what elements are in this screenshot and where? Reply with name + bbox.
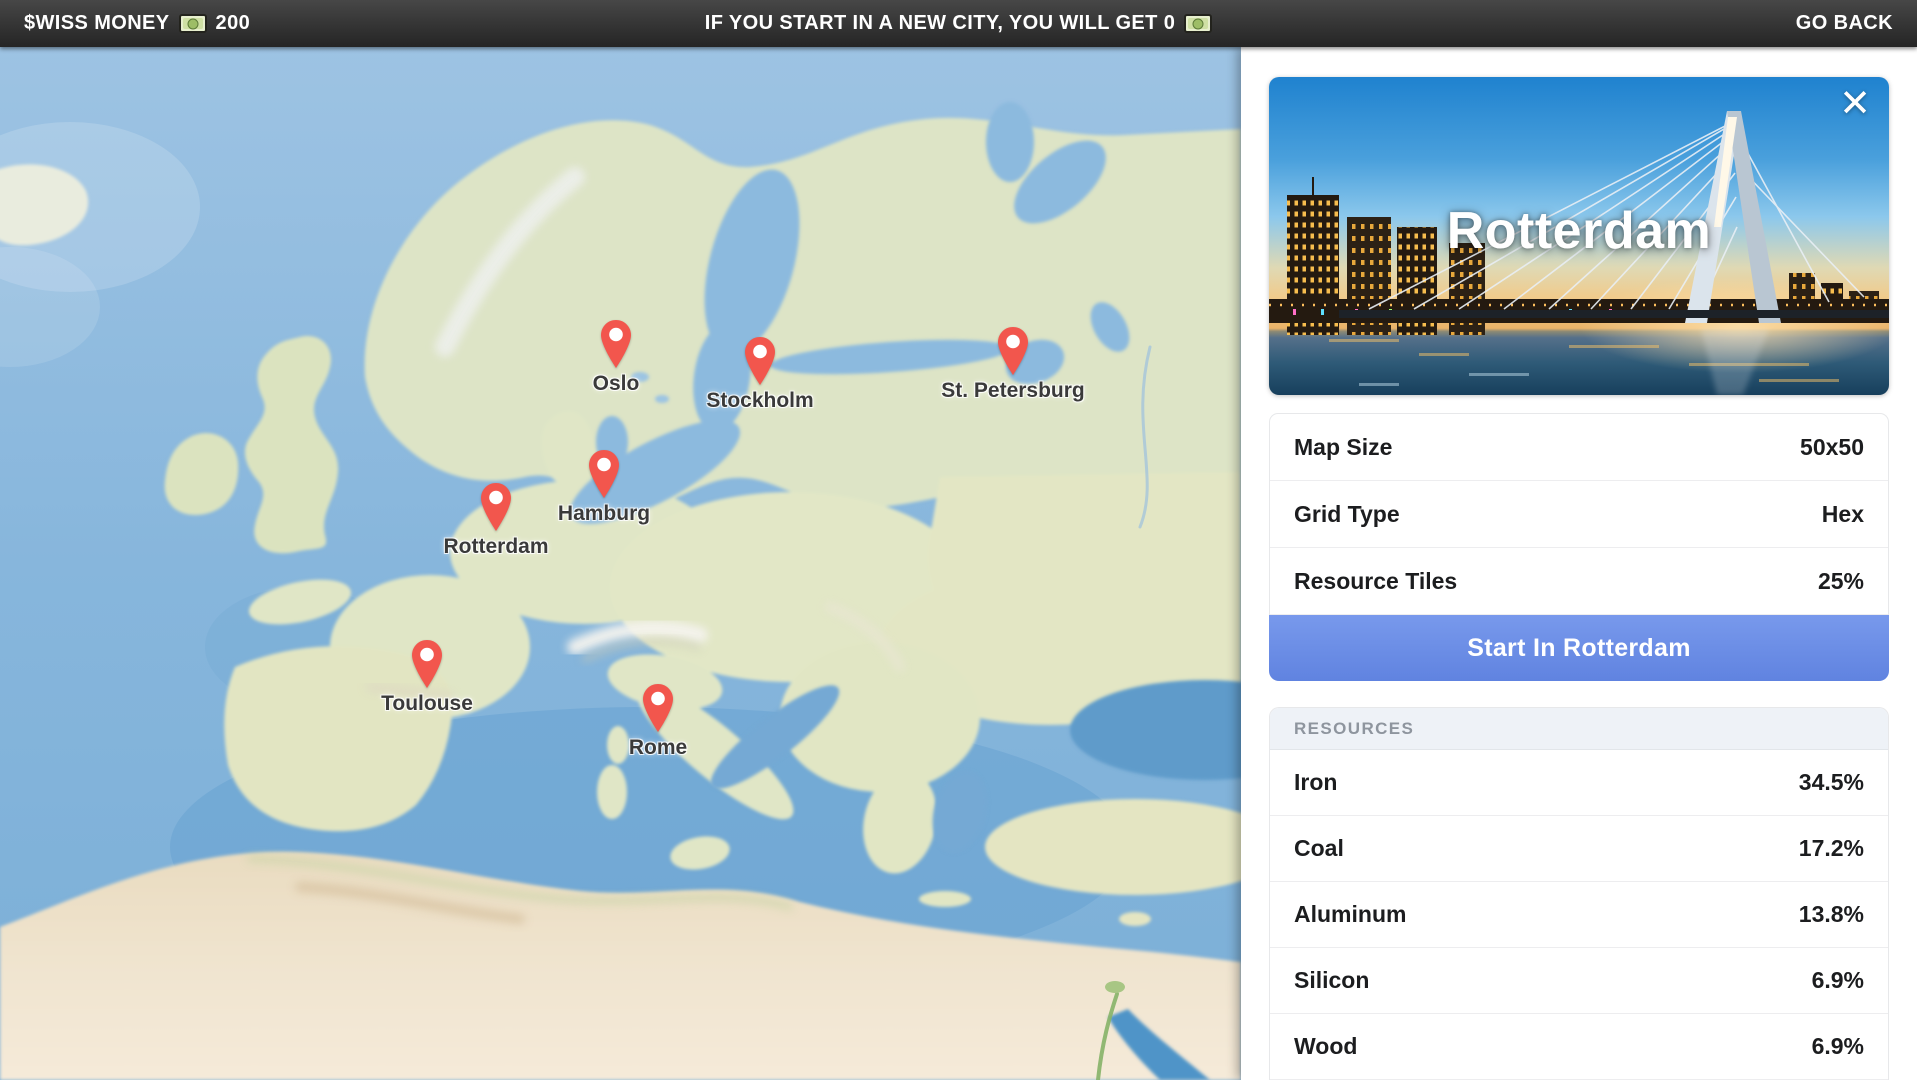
city-info-panel: Rotterdam ✕ Map Size 50x50 Grid Type Hex… bbox=[1241, 47, 1917, 1080]
table-row: Grid Type Hex bbox=[1270, 481, 1888, 548]
money-amount: 200 bbox=[216, 12, 251, 35]
table-row: Map Size 50x50 bbox=[1270, 414, 1888, 481]
money-label: $WISS MONEY bbox=[24, 12, 170, 35]
city-name-title: Rotterdam bbox=[1269, 201, 1889, 261]
table-row: Wood 6.9% bbox=[1270, 1014, 1888, 1080]
info-label: Grid Type bbox=[1294, 501, 1400, 528]
go-back-label: GO BACK bbox=[1796, 12, 1893, 35]
city-label: Rome bbox=[629, 736, 687, 760]
game-screen: $WISS MONEY 200 IF YOU START IN A NEW CI… bbox=[0, 0, 1917, 1080]
top-bar: $WISS MONEY 200 IF YOU START IN A NEW CI… bbox=[0, 0, 1917, 47]
resource-value: 34.5% bbox=[1799, 769, 1864, 796]
info-value: 50x50 bbox=[1800, 434, 1864, 461]
table-row: Aluminum 13.8% bbox=[1270, 882, 1888, 948]
new-city-message-text: IF YOU START IN A NEW CITY, YOU WILL GET… bbox=[705, 12, 1176, 35]
go-back-button[interactable]: GO BACK bbox=[1796, 0, 1893, 47]
resources-list: Iron 34.5% Coal 17.2% Aluminum 13.8% bbox=[1270, 750, 1888, 1080]
city-label: Hamburg bbox=[558, 502, 650, 526]
map-pin-icon bbox=[997, 326, 1029, 376]
map-pin-icon bbox=[588, 449, 620, 499]
new-city-message: IF YOU START IN A NEW CITY, YOU WILL GET… bbox=[0, 0, 1917, 47]
city-label: Rotterdam bbox=[443, 535, 548, 559]
resource-label: Iron bbox=[1294, 769, 1337, 796]
map-pin-icon bbox=[480, 482, 512, 532]
map-pin-icon bbox=[411, 639, 443, 689]
table-row: Coal 17.2% bbox=[1270, 816, 1888, 882]
resource-value: 6.9% bbox=[1812, 967, 1864, 994]
resource-label: Aluminum bbox=[1294, 901, 1406, 928]
info-value: Hex bbox=[1822, 501, 1864, 528]
resource-label: Coal bbox=[1294, 835, 1344, 862]
table-row: Silicon 6.9% bbox=[1270, 948, 1888, 1014]
map-info-table: Map Size 50x50 Grid Type Hex Resource Ti… bbox=[1269, 413, 1889, 615]
city-label: Toulouse bbox=[381, 692, 473, 716]
terrain-map-image bbox=[0, 47, 1241, 1080]
close-icon[interactable]: ✕ bbox=[1839, 85, 1871, 123]
money-icon bbox=[1184, 14, 1212, 33]
map-pin-icon bbox=[744, 336, 776, 386]
map-pin-icon bbox=[642, 683, 674, 733]
table-row: Iron 34.5% bbox=[1270, 750, 1888, 816]
resources-header: RESOURCES bbox=[1270, 708, 1888, 750]
city-photo-card: Rotterdam ✕ bbox=[1269, 77, 1889, 395]
start-in-city-button[interactable]: Start In Rotterdam bbox=[1269, 615, 1889, 681]
money-icon bbox=[179, 14, 207, 33]
info-label: Resource Tiles bbox=[1294, 568, 1457, 595]
map-pin-icon bbox=[600, 319, 632, 369]
city-label: Oslo bbox=[593, 372, 640, 396]
info-label: Map Size bbox=[1294, 434, 1392, 461]
resource-value: 13.8% bbox=[1799, 901, 1864, 928]
resource-value: 6.9% bbox=[1812, 1033, 1864, 1060]
city-label: St. Petersburg bbox=[941, 379, 1085, 403]
city-label: Stockholm bbox=[706, 389, 813, 413]
info-value: 25% bbox=[1818, 568, 1864, 595]
resources-section: RESOURCES Iron 34.5% Coal 17.2% Aluminum bbox=[1269, 707, 1889, 1080]
money-counter: $WISS MONEY 200 bbox=[24, 0, 250, 47]
resource-label: Wood bbox=[1294, 1033, 1357, 1060]
europe-map[interactable]: Oslo Stockholm St. Petersburg bbox=[0, 47, 1241, 1080]
resource-label: Silicon bbox=[1294, 967, 1369, 994]
resource-value: 17.2% bbox=[1799, 835, 1864, 862]
table-row: Resource Tiles 25% bbox=[1270, 548, 1888, 615]
